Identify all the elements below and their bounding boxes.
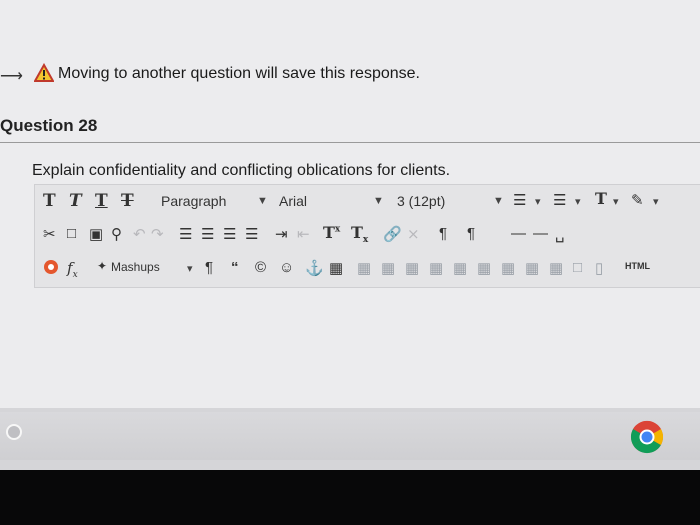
copy-icon[interactable]: □	[67, 225, 76, 242]
table-props-icon[interactable]: ▯	[595, 259, 603, 277]
numbered-list-icon[interactable]: ☰	[553, 191, 566, 209]
save-warning-text: Moving to another question will save thi…	[58, 65, 420, 82]
bullet-list-icon[interactable]: ☰	[513, 191, 526, 209]
mashups-icon[interactable]: ✦	[97, 259, 107, 273]
unlink-icon[interactable]: ⨯	[407, 225, 420, 243]
align-justify-icon[interactable]: ☰	[245, 225, 258, 243]
subscript-button[interactable]: Tx	[351, 223, 368, 245]
ltr-paragraph-icon[interactable]: ¶	[439, 225, 447, 242]
toolbar-row-3: fx ✦ Mashups ▾ ¶ “ © ☺ ⚓ ▦ ▦ ▦ ▦ ▦ ▦ ▦ ▦…	[35, 259, 700, 285]
paste-icon[interactable]: ▣	[89, 225, 103, 243]
font-size-select[interactable]: 3 (12pt)	[397, 193, 445, 209]
rtl-paragraph-icon[interactable]: ¶	[467, 225, 475, 242]
font-chevron-icon[interactable]: ▼	[373, 195, 384, 207]
align-center-icon[interactable]: ☰	[201, 225, 214, 243]
arrow-icon: ⟶	[0, 68, 23, 85]
launcher-icon[interactable]	[6, 424, 22, 440]
table-cell-props-icon[interactable]: ▦	[501, 259, 515, 277]
table-row-before-icon[interactable]: ▦	[357, 259, 371, 277]
undo-icon[interactable]: ↶	[133, 225, 146, 243]
paragraph-mark-icon[interactable]: ¶	[205, 259, 213, 276]
highlight-pen-icon[interactable]: ✎	[631, 191, 644, 209]
superscript-button[interactable]: Tx	[323, 223, 340, 242]
find-icon[interactable]: ⚲	[111, 225, 122, 243]
size-chevron-icon[interactable]: ▼	[493, 195, 504, 207]
dash-icon[interactable]: —	[533, 225, 548, 242]
table-col-after-icon[interactable]: ▦	[453, 259, 467, 277]
numbered-list-chevron-icon[interactable]: ▾	[575, 195, 581, 208]
toolbar-row-2: ✂ □ ▣ ⚲ ↶ ↷ ☰ ☰ ☰ ☰ ⇥ ⇤ Tx Tx 🔗 ⨯ ¶ ¶ — …	[35, 223, 700, 251]
text-color-chevron-icon[interactable]: ▾	[613, 195, 619, 208]
html-source-button[interactable]: HTML	[625, 261, 650, 271]
indent-icon[interactable]: ⇥	[275, 225, 288, 243]
paragraph-select[interactable]: Paragraph	[161, 193, 226, 209]
cut-icon[interactable]: ✂	[43, 225, 56, 243]
math-formula-icon[interactable]: fx	[67, 259, 78, 280]
question-body: Explain confidentiality and conflicting …	[20, 150, 700, 410]
bullet-list-chevron-icon[interactable]: ▾	[535, 195, 541, 208]
question-header: Question 28	[0, 108, 700, 143]
link-icon[interactable]: 🔗	[383, 225, 402, 243]
anchor-icon[interactable]: ⚓	[305, 259, 324, 277]
table-merge-icon[interactable]: ▦	[525, 259, 539, 277]
question-prompt: Explain confidentiality and conflicting …	[32, 162, 451, 179]
copyright-icon[interactable]: ©	[255, 259, 266, 276]
save-warning-row: ⟶ Moving to another question will save t…	[0, 60, 700, 90]
os-taskbar	[0, 412, 700, 460]
screen-bezel	[0, 470, 700, 525]
paragraph-chevron-icon[interactable]: ▼	[257, 195, 268, 207]
highlight-chevron-icon[interactable]: ▾	[653, 195, 659, 208]
align-left-icon[interactable]: ☰	[179, 225, 192, 243]
insert-table-icon[interactable]: ▦	[329, 259, 343, 277]
mashups-select[interactable]: Mashups	[111, 260, 160, 274]
table-delete-icon[interactable]: □	[573, 259, 582, 276]
nonbreaking-space-icon[interactable]: ␣	[555, 225, 565, 243]
emoji-icon[interactable]: ☺	[279, 259, 294, 276]
redo-icon[interactable]: ↷	[151, 225, 164, 243]
table-delete-row-icon[interactable]: ▦	[405, 259, 419, 277]
warning-icon	[33, 62, 55, 88]
mashups-chevron-icon[interactable]: ▾	[187, 262, 193, 275]
table-col-before-icon[interactable]: ▦	[429, 259, 443, 277]
table-delete-col-icon[interactable]: ▦	[477, 259, 491, 277]
text-color-icon[interactable]: T	[595, 189, 607, 208]
table-split-icon[interactable]: ▦	[549, 259, 563, 277]
rich-text-editor-toolbar: T T T T Paragraph ▼ Arial ▼ 3 (12pt) ▼ ☰…	[34, 184, 700, 288]
strikethrough-button[interactable]: T	[121, 191, 134, 211]
underline-button[interactable]: T	[95, 191, 108, 211]
record-icon[interactable]	[43, 259, 59, 280]
outdent-icon[interactable]: ⇤	[297, 225, 310, 243]
font-select[interactable]: Arial	[279, 193, 307, 209]
horizontal-rule-icon[interactable]: —	[511, 225, 526, 242]
table-row-after-icon[interactable]: ▦	[381, 259, 395, 277]
chrome-browser-icon[interactable]	[630, 420, 664, 454]
question-title: Question 28	[0, 116, 98, 135]
align-right-icon[interactable]: ☰	[223, 225, 236, 243]
blockquote-icon[interactable]: “	[231, 259, 239, 276]
toolbar-row-1: T T T T Paragraph ▼ Arial ▼ 3 (12pt) ▼ ☰…	[35, 189, 700, 217]
bold-button[interactable]: T	[43, 191, 56, 211]
italic-button[interactable]: T	[69, 191, 82, 211]
browser-screen: ⟶ Moving to another question will save t…	[0, 0, 700, 470]
